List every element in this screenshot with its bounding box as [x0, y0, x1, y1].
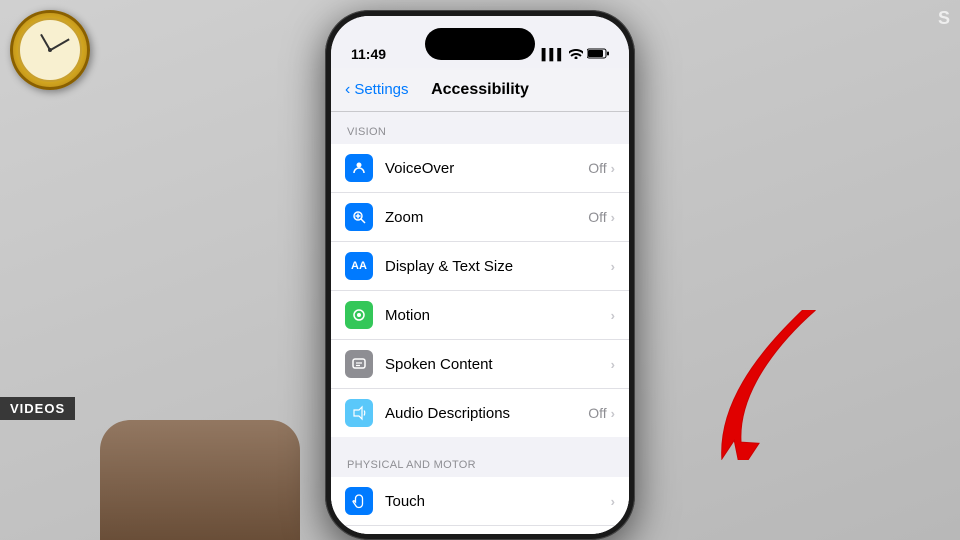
spoken-label: Spoken Content — [385, 356, 611, 373]
nav-title: Accessibility — [431, 81, 529, 99]
audio-value: Off — [588, 405, 606, 421]
audio-label: Audio Descriptions — [385, 405, 588, 422]
list-item[interactable]: Spoken Content › — [331, 340, 629, 389]
section-divider — [331, 437, 629, 445]
physical-section-header: PHYSICAL AND MOTOR — [331, 445, 629, 477]
display-icon: AA — [345, 252, 373, 280]
chevron-icon: › — [611, 161, 615, 176]
back-chevron-icon: ‹ — [345, 81, 350, 99]
touch-label: Touch — [385, 493, 611, 510]
chevron-icon: › — [611, 210, 615, 225]
videos-label: VIDEOS — [0, 397, 75, 420]
vision-section-header: VISION — [331, 112, 629, 144]
back-label: Settings — [354, 81, 408, 98]
list-item[interactable]: VoiceOver Off › — [331, 144, 629, 193]
status-time: 11:49 — [351, 46, 386, 62]
clock-decoration — [10, 10, 90, 90]
voiceover-value: Off — [588, 160, 606, 176]
list-item[interactable]: Touch › — [331, 477, 629, 526]
signal-icon: ▌▌▌ — [542, 49, 565, 61]
list-item[interactable]: Zoom Off › — [331, 193, 629, 242]
dynamic-island — [425, 28, 535, 60]
vision-group: VoiceOver Off › Zoom Off › AA Display & … — [331, 144, 629, 437]
touch-icon — [345, 487, 373, 515]
wifi-icon — [569, 48, 583, 62]
iphone-screen: 11:49 ▌▌▌ ‹ Settings Accessibility VIS — [331, 16, 629, 534]
list-item[interactable]: Face ID & Attention › — [331, 526, 629, 534]
audio-icon — [345, 399, 373, 427]
nav-back-button[interactable]: ‹ Settings — [345, 81, 409, 99]
voiceover-icon — [345, 154, 373, 182]
motion-label: Motion — [385, 307, 611, 324]
chevron-icon: › — [611, 259, 615, 274]
list-item[interactable]: Motion › — [331, 291, 629, 340]
motion-icon — [345, 301, 373, 329]
hand-decoration — [100, 420, 300, 540]
status-icons: ▌▌▌ — [542, 48, 609, 62]
physical-group: Touch › — [331, 477, 629, 534]
list-item[interactable]: AA Display & Text Size › — [331, 242, 629, 291]
chevron-icon: › — [611, 406, 615, 421]
iphone-frame: 11:49 ▌▌▌ ‹ Settings Accessibility VIS — [325, 10, 635, 540]
battery-icon — [587, 48, 609, 62]
scroll-content: VISION VoiceOver Off › Zoom Off — [331, 112, 629, 534]
zoom-icon — [345, 203, 373, 231]
watermark: S — [938, 8, 950, 29]
nav-bar: ‹ Settings Accessibility — [331, 68, 629, 112]
list-item[interactable]: Audio Descriptions Off › — [331, 389, 629, 437]
zoom-value: Off — [588, 209, 606, 225]
zoom-label: Zoom — [385, 209, 588, 226]
chevron-icon: › — [611, 494, 615, 509]
chevron-icon: › — [611, 357, 615, 372]
voiceover-label: VoiceOver — [385, 160, 588, 177]
spoken-icon — [345, 350, 373, 378]
chevron-icon: › — [611, 308, 615, 323]
display-label: Display & Text Size — [385, 258, 611, 275]
